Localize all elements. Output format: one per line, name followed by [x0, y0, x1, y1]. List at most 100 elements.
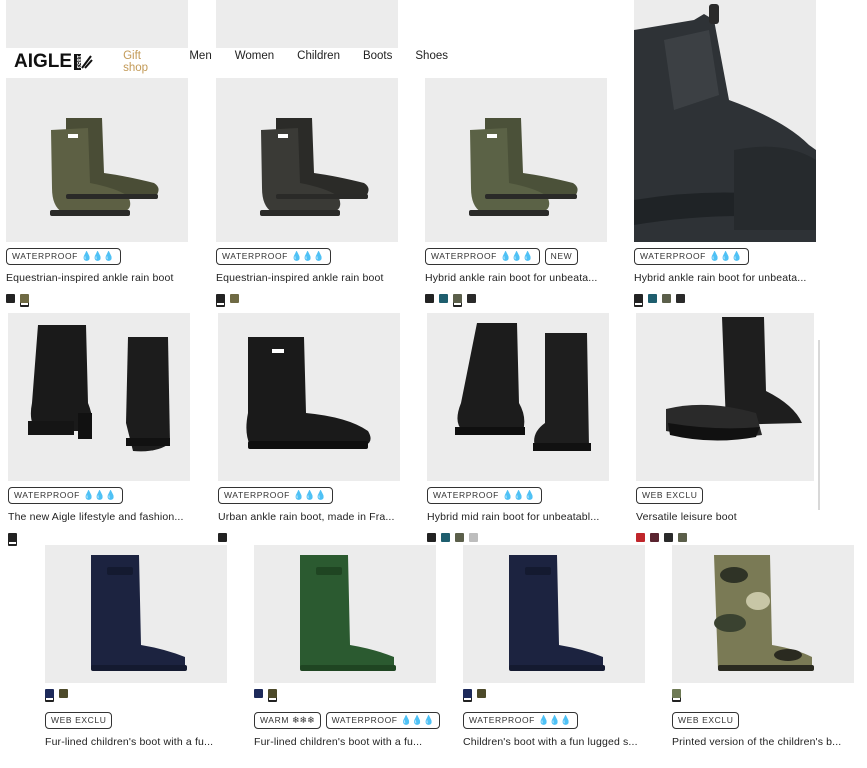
color-swatch[interactable] — [477, 689, 486, 698]
badge-label: WATERPROOF — [431, 251, 497, 261]
product-image[interactable] — [425, 78, 607, 242]
color-swatch[interactable] — [636, 533, 645, 542]
product-badges: WATERPROOF 💧💧💧 — [427, 487, 542, 504]
color-swatches — [425, 294, 476, 303]
product-image[interactable] — [8, 313, 190, 481]
color-swatches — [634, 294, 685, 303]
snowflake-icon: ❄❄❄ — [292, 715, 315, 725]
product-badges: WATERPROOF 💧💧💧 — [634, 248, 749, 265]
color-swatch[interactable] — [467, 294, 476, 303]
badge-label: WATERPROOF — [469, 715, 535, 725]
color-swatch[interactable] — [268, 689, 277, 698]
water-drop-icon: 💧💧💧 — [400, 715, 435, 725]
color-swatch[interactable] — [59, 689, 68, 698]
badge-label: WATERPROOF — [640, 251, 706, 261]
color-swatch[interactable] — [634, 294, 643, 303]
product-image[interactable] — [672, 545, 854, 683]
badge-label: WEB EXCLU — [51, 715, 107, 725]
color-swatch[interactable] — [453, 294, 462, 303]
color-swatch[interactable] — [648, 294, 657, 303]
color-swatches — [8, 533, 17, 542]
color-swatch[interactable] — [216, 294, 225, 303]
product-image[interactable] — [634, 0, 816, 242]
color-swatch[interactable] — [469, 533, 478, 542]
nav-item-gift-shop[interactable]: Gift shop — [123, 50, 166, 74]
product-image-partial[interactable] — [6, 0, 188, 48]
nav-item-boots[interactable]: Boots — [363, 50, 392, 74]
product-badge: WATERPROOF 💧💧💧 — [425, 248, 540, 265]
product-badges: WATERPROOF 💧💧💧 — [463, 712, 578, 729]
color-swatch[interactable] — [441, 533, 450, 542]
nav-item-women[interactable]: Women — [235, 50, 274, 74]
product-title[interactable]: Equestrian-inspired ankle rain boot — [216, 272, 398, 284]
color-swatch[interactable] — [662, 294, 671, 303]
product-image[interactable] — [6, 78, 188, 242]
product-badge: WATERPROOF 💧💧💧 — [218, 487, 333, 504]
scrollbar[interactable] — [818, 340, 820, 510]
color-swatch[interactable] — [218, 533, 227, 542]
nav-menu: Gift shop Men Women Children Boots Shoes — [123, 50, 448, 74]
logo-text: AIGLE — [14, 51, 73, 72]
product-title[interactable]: Hybrid ankle rain boot for unbeata... — [634, 272, 816, 284]
product-badges: WATERPROOF 💧💧💧 — [8, 487, 123, 504]
color-swatch[interactable] — [8, 533, 17, 542]
color-swatch[interactable] — [463, 689, 472, 698]
color-swatch[interactable] — [439, 294, 448, 303]
product-image[interactable] — [218, 313, 400, 481]
product-title[interactable]: Hybrid mid rain boot for unbeatabl... — [427, 511, 609, 523]
badge-label: WATERPROOF — [331, 715, 398, 725]
product-badges: WARM ❄❄❄ WATERPROOF 💧💧💧 — [254, 712, 441, 729]
badge-label: WATERPROOF — [14, 490, 80, 500]
product-title[interactable]: Children's boot with a fun lugged s... — [463, 736, 645, 748]
product-image[interactable] — [463, 545, 645, 683]
color-swatches — [636, 533, 687, 542]
water-drop-icon: 💧💧💧 — [80, 251, 115, 261]
color-swatch[interactable] — [230, 294, 239, 303]
product-badge: NEW — [544, 248, 579, 265]
product-title[interactable]: The new Aigle lifestyle and fashion... — [8, 511, 190, 523]
product-badge: WATERPROOF 💧💧💧 — [6, 248, 121, 265]
color-swatch[interactable] — [672, 689, 681, 698]
product-badges: WATERPROOF 💧💧💧 NEW — [425, 248, 579, 265]
badge-label: WATERPROOF — [12, 251, 78, 261]
product-image[interactable] — [254, 545, 436, 683]
product-title[interactable]: Versatile leisure boot — [636, 511, 814, 523]
product-badge: WARM ❄❄❄ — [254, 712, 321, 729]
product-badge: WATERPROOF 💧💧💧 — [8, 487, 123, 504]
color-swatch[interactable] — [455, 533, 464, 542]
color-swatch[interactable] — [664, 533, 673, 542]
product-image[interactable] — [636, 313, 814, 481]
product-title[interactable]: Urban ankle rain boot, made in Fra... — [218, 511, 400, 523]
product-image[interactable] — [216, 78, 398, 242]
product-badge: WATERPROOF 💧💧💧 — [463, 712, 578, 729]
aigle-logo[interactable]: AIGLE 1853 — [14, 51, 93, 73]
product-title[interactable]: Hybrid ankle rain boot for unbeata... — [425, 272, 607, 284]
color-swatch[interactable] — [6, 294, 15, 303]
product-title[interactable]: Equestrian-inspired ankle rain boot — [6, 272, 188, 284]
color-swatch[interactable] — [425, 294, 434, 303]
color-swatch[interactable] — [650, 533, 659, 542]
product-title[interactable]: Fur-lined children's boot with a fu... — [45, 736, 227, 748]
nav-item-shoes[interactable]: Shoes — [415, 50, 448, 74]
product-image[interactable] — [45, 545, 227, 683]
product-title[interactable]: Printed version of the children's b... — [672, 736, 854, 748]
color-swatch[interactable] — [254, 689, 263, 698]
logo-tag: 1853 — [74, 54, 82, 70]
color-swatch[interactable] — [678, 533, 687, 542]
color-swatches — [427, 533, 478, 542]
product-badge: WATERPROOF 💧💧💧 — [427, 487, 542, 504]
nav-item-children[interactable]: Children — [297, 50, 340, 74]
color-swatch[interactable] — [20, 294, 29, 303]
product-image[interactable] — [427, 313, 609, 481]
logo-mark-icon — [81, 55, 93, 69]
nav-item-men[interactable]: Men — [189, 50, 211, 74]
color-swatch[interactable] — [676, 294, 685, 303]
product-image-partial[interactable] — [216, 0, 398, 48]
product-title[interactable]: Fur-lined children's boot with a fu... — [254, 736, 436, 748]
color-swatch[interactable] — [427, 533, 436, 542]
water-drop-icon: 💧💧💧 — [292, 490, 327, 500]
product-badge: WATERPROOF 💧💧💧 — [325, 712, 441, 729]
badge-label: WATERPROOF — [433, 490, 499, 500]
color-swatch[interactable] — [45, 689, 54, 698]
product-badge: WATERPROOF 💧💧💧 — [634, 248, 749, 265]
